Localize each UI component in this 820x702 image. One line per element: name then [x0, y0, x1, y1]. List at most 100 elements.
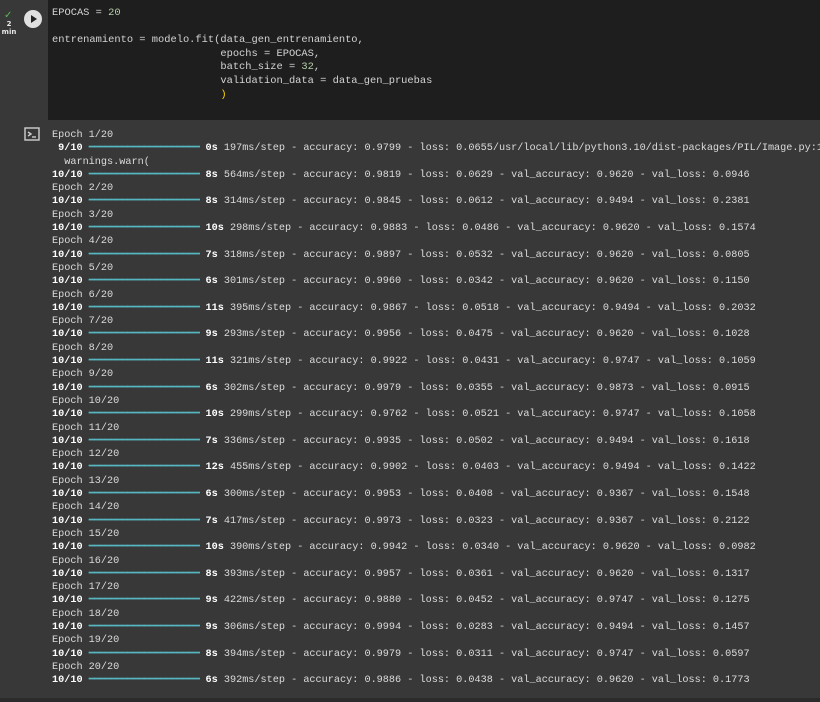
epoch-time: 9s — [205, 595, 218, 607]
epoch-metrics: 299ms/step - accuracy: 0.9762 - loss: 0.… — [223, 409, 756, 421]
epoch-time: 6s — [205, 276, 218, 288]
step-count: 10/10 — [52, 169, 83, 181]
code-text: entrenamiento = modelo.fit(data_gen_entr… — [52, 34, 364, 47]
epoch-time: 11s — [205, 356, 224, 368]
step-count: 10/10 — [52, 382, 83, 394]
run-cell-button[interactable] — [24, 10, 42, 28]
progress-line: 10/10 ━━━━━━━━━━━━━━━━━━━━ 11s 395ms/ste… — [52, 303, 756, 314]
progress-bar: ━━━━━━━━━━━━━━━━━━━━ — [88, 196, 200, 208]
epoch-metrics: 390ms/step - accuracy: 0.9942 - loss: 0.… — [223, 542, 756, 554]
epoch-label: Epoch 9/20 — [52, 369, 114, 381]
step-count: 10/10 — [52, 329, 83, 341]
code-line: ) — [52, 88, 227, 101]
epoch-label: Epoch 14/20 — [52, 502, 120, 514]
epoch-metrics: 417ms/step - accuracy: 0.9973 - loss: 0.… — [217, 515, 750, 527]
epoch-time: 10s — [205, 223, 224, 235]
epoch-label: Epoch 5/20 — [52, 262, 114, 274]
progress-line: 10/10 ━━━━━━━━━━━━━━━━━━━━ 8s 394ms/step… — [52, 649, 750, 660]
execution-time-value: 2 — [6, 20, 12, 28]
progress-bar: ━━━━━━━━━━━━━━━━━━━━ — [88, 648, 200, 660]
progress-bar: ━━━━━━━━━━━━━━━━━━━━ — [88, 489, 200, 501]
progress-bar: ━━━━━━━━━━━━━━━━━━━━ — [88, 169, 200, 181]
epoch-time: 10s — [205, 542, 224, 554]
progress-bar: ━━━━━━━━━━━━━━━━━━━━ — [88, 568, 200, 580]
code-line: epochs = EPOCAS, — [52, 48, 320, 60]
epoch-metrics: 314ms/step - accuracy: 0.9845 - loss: 0.… — [217, 196, 750, 208]
step-count: 9/10 — [52, 143, 83, 155]
code-number: 20 — [108, 7, 121, 19]
step-count: 10/10 — [52, 302, 83, 314]
progress-bar: ━━━━━━━━━━━━━━━━━━━━ — [88, 515, 200, 527]
epoch-metrics: 321ms/step - accuracy: 0.9922 - loss: 0.… — [223, 356, 756, 368]
epoch-time: 0s — [205, 143, 218, 155]
step-count: 10/10 — [52, 489, 83, 501]
epoch-time: 10s — [205, 409, 224, 421]
epoch-label: Epoch 15/20 — [52, 528, 120, 540]
epoch-metrics: 564ms/step - accuracy: 0.9819 - loss: 0.… — [217, 169, 750, 181]
epoch-metrics: 422ms/step - accuracy: 0.9880 - loss: 0.… — [217, 595, 750, 607]
progress-line: 10/10 ━━━━━━━━━━━━━━━━━━━━ 6s 301ms/step… — [52, 276, 750, 287]
progress-line: 10/10 ━━━━━━━━━━━━━━━━━━━━ 10s 299ms/ste… — [52, 409, 756, 420]
step-count: 10/10 — [52, 409, 83, 421]
progress-line: 10/10 ━━━━━━━━━━━━━━━━━━━━ 7s 336ms/step… — [52, 436, 750, 447]
warning-line: warnings.warn( — [52, 156, 150, 168]
step-count: 10/10 — [52, 462, 83, 474]
epoch-label: Epoch 4/20 — [52, 236, 114, 248]
epoch-label: Epoch 3/20 — [52, 209, 114, 221]
code-content[interactable]: EPOCAS = 20 entrenamiento = modelo.fit(d… — [52, 7, 432, 102]
epoch-metrics: 318ms/step - accuracy: 0.9897 - loss: 0.… — [217, 249, 750, 261]
code-text: ) — [220, 88, 227, 101]
epoch-label: Epoch 11/20 — [52, 422, 120, 434]
epoch-metrics: 395ms/step - accuracy: 0.9867 - loss: 0.… — [223, 302, 756, 314]
epoch-metrics: 336ms/step - accuracy: 0.9935 - loss: 0.… — [217, 435, 750, 447]
output-text: Epoch 1/20 9/10 ━━━━━━━━━━━━━━━━━━━━ 0s … — [52, 129, 820, 687]
epoch-label: Epoch 13/20 — [52, 475, 120, 487]
code-text: , — [313, 61, 321, 74]
progress-bar: ━━━━━━━━━━━━━━━━━━━━ — [88, 595, 200, 607]
play-icon — [31, 15, 37, 23]
epoch-time: 7s — [205, 515, 218, 527]
step-count: 10/10 — [52, 435, 83, 447]
output-expand-icon[interactable] — [24, 126, 42, 142]
epoch-metrics: 293ms/step - accuracy: 0.9956 - loss: 0.… — [217, 329, 750, 341]
step-count: 10/10 — [52, 542, 83, 554]
progress-line: 10/10 ━━━━━━━━━━━━━━━━━━━━ 10s 298ms/ste… — [52, 223, 756, 234]
epoch-time: 11s — [205, 302, 224, 314]
epoch-label: Epoch 6/20 — [52, 289, 114, 301]
epoch-metrics: 302ms/step - accuracy: 0.9979 - loss: 0.… — [217, 382, 750, 394]
epoch-time: 8s — [205, 196, 218, 208]
progress-line: 10/10 ━━━━━━━━━━━━━━━━━━━━ 8s 393ms/step… — [52, 569, 750, 580]
step-count: 10/10 — [52, 595, 83, 607]
epoch-time: 6s — [205, 489, 218, 501]
epoch-time: 6s — [205, 382, 218, 394]
progress-line: 10/10 ━━━━━━━━━━━━━━━━━━━━ 12s 455ms/ste… — [52, 462, 756, 473]
progress-bar: ━━━━━━━━━━━━━━━━━━━━ — [88, 223, 200, 235]
progress-bar: ━━━━━━━━━━━━━━━━━━━━ — [88, 621, 200, 633]
epoch-time: 9s — [205, 329, 218, 341]
epoch-time: 7s — [205, 249, 218, 261]
epoch-label: Epoch 2/20 — [52, 183, 114, 195]
progress-bar: ━━━━━━━━━━━━━━━━━━━━ — [88, 382, 200, 394]
code-text: validation_data = data_gen_pruebas — [52, 74, 433, 87]
epoch-label: Epoch 8/20 — [52, 342, 114, 354]
epoch-time: 12s — [205, 462, 224, 474]
progress-line: 10/10 ━━━━━━━━━━━━━━━━━━━━ 8s 564ms/step… — [52, 170, 750, 181]
progress-bar: ━━━━━━━━━━━━━━━━━━━━ — [88, 356, 200, 368]
step-count: 10/10 — [52, 515, 83, 527]
progress-bar: ━━━━━━━━━━━━━━━━━━━━ — [88, 276, 200, 288]
progress-line: 10/10 ━━━━━━━━━━━━━━━━━━━━ 8s 314ms/step… — [52, 196, 750, 207]
epoch-metrics: 298ms/step - accuracy: 0.9883 - loss: 0.… — [223, 223, 756, 235]
epoch-time: 9s — [205, 621, 218, 633]
progress-bar: ━━━━━━━━━━━━━━━━━━━━ — [88, 409, 200, 421]
progress-bar: ━━━━━━━━━━━━━━━━━━━━ — [88, 462, 200, 474]
progress-line: 10/10 ━━━━━━━━━━━━━━━━━━━━ 6s 300ms/step… — [52, 489, 750, 500]
epoch-metrics: 394ms/step - accuracy: 0.9979 - loss: 0.… — [217, 648, 750, 660]
progress-line: 10/10 ━━━━━━━━━━━━━━━━━━━━ 11s 321ms/ste… — [52, 356, 756, 367]
epoch-label: Epoch 17/20 — [52, 582, 120, 594]
progress-bar: ━━━━━━━━━━━━━━━━━━━━ — [88, 329, 200, 341]
epoch-label: Epoch 19/20 — [52, 635, 120, 647]
step-count: 10/10 — [52, 249, 83, 261]
epoch-label: Epoch 10/20 — [52, 395, 120, 407]
code-number: 32 — [301, 61, 314, 74]
